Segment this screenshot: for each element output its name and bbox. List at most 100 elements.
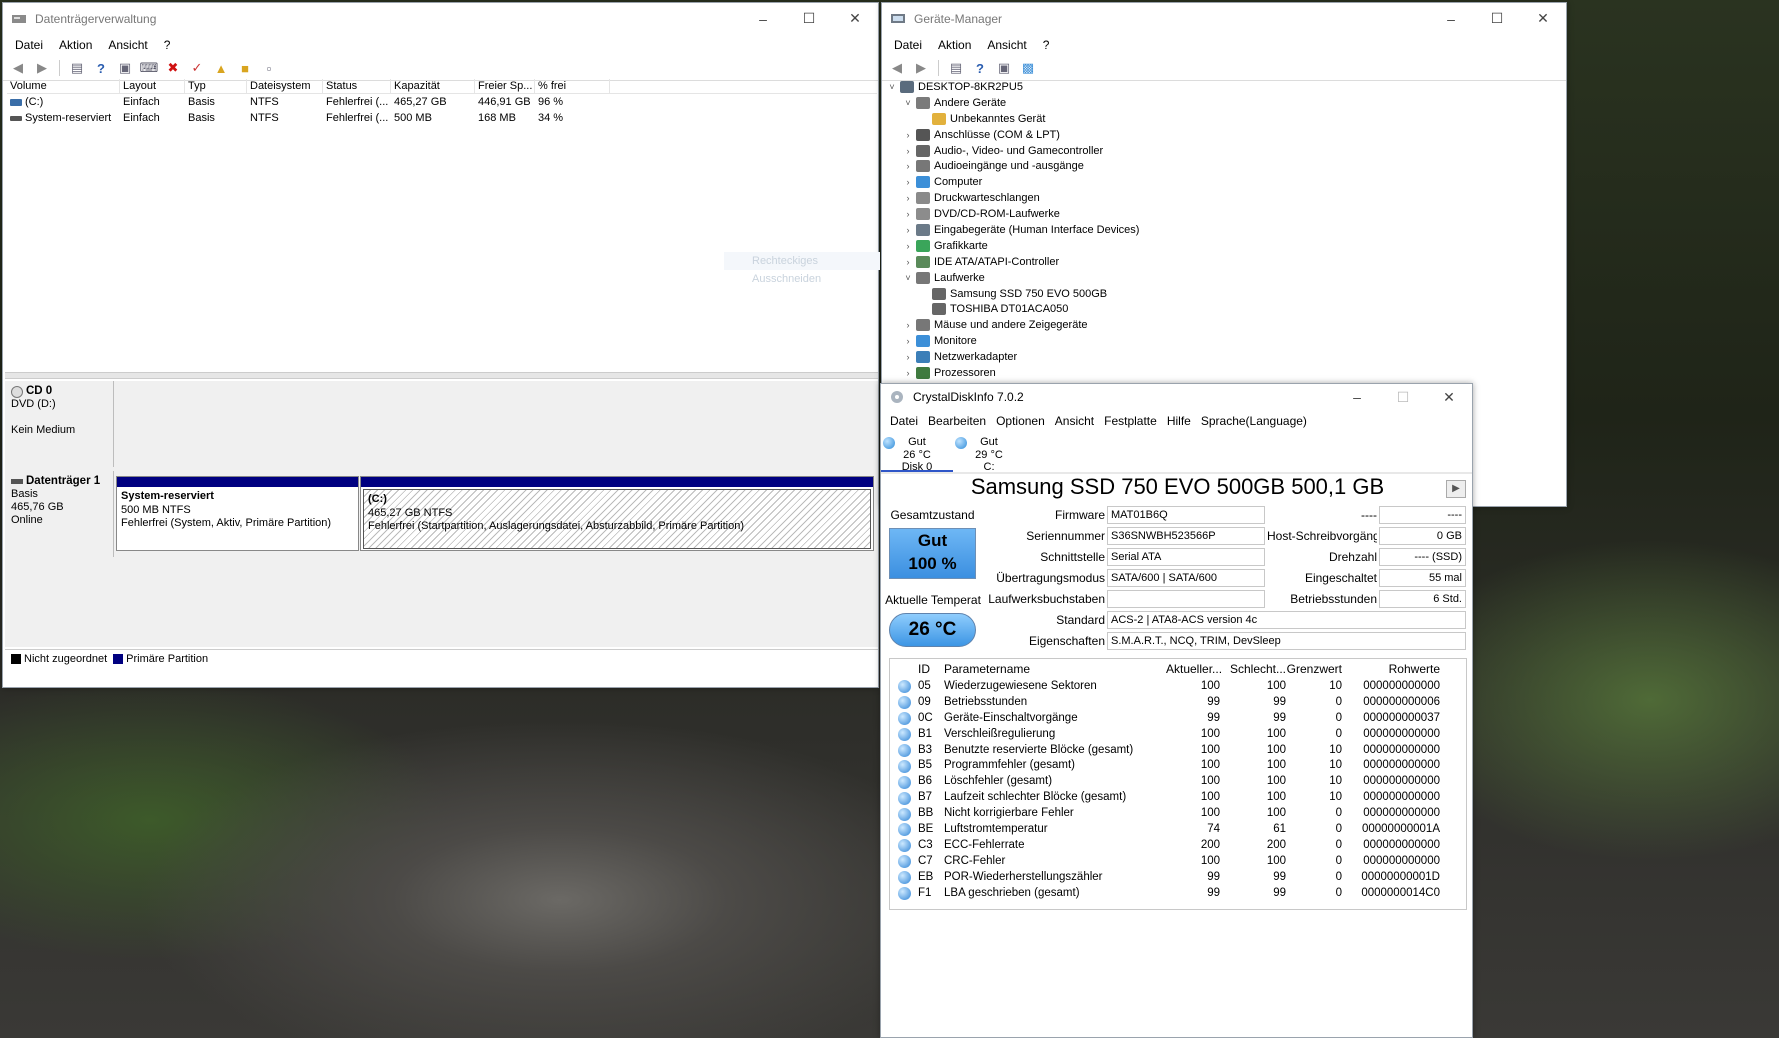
forward-arrow-icon[interactable]: ▶ <box>33 59 51 77</box>
properties-icon[interactable]: ▣ <box>995 59 1013 77</box>
next-disk-button[interactable]: ▶ <box>1446 480 1466 498</box>
tree-item[interactable]: › Anschlüsse (COM & LPT) <box>886 127 1562 143</box>
partition-system-reserved[interactable]: System-reserviert 500 MB NTFS Fehlerfrei… <box>116 476 359 551</box>
col-free[interactable]: Freier Sp... <box>475 79 535 93</box>
tree-item[interactable]: › Computer <box>886 174 1562 190</box>
menu-aktion[interactable]: Aktion <box>51 38 100 52</box>
chevron-right-icon[interactable]: › <box>902 225 914 235</box>
chevron-right-icon[interactable]: › <box>902 336 914 346</box>
smart-row[interactable]: B5 Programmfehler (gesamt) 100 100 10 0000000… <box>890 758 1466 774</box>
chevron-right-icon[interactable]: › <box>902 146 914 156</box>
chevron-right-icon[interactable]: › <box>902 241 914 251</box>
monitor-icon[interactable]: ▩ <box>1019 59 1037 77</box>
menu-festplatte[interactable]: Festplatte <box>1099 414 1162 428</box>
chevron-right-icon[interactable]: › <box>902 161 914 171</box>
back-arrow-icon[interactable]: ◀ <box>9 59 27 77</box>
smart-row[interactable]: 05 Wiederzugewiesene Sektoren 100 100 10 0000… <box>890 679 1466 695</box>
tree-item[interactable]: ˅ DESKTOP-8KR2PU5 <box>886 79 1562 95</box>
maximize-button[interactable]: ☐ <box>1380 384 1426 410</box>
tree-item[interactable]: › Audioeingänge und -ausgänge <box>886 158 1562 174</box>
menu-bearbeiten[interactable]: Bearbeiten <box>923 414 991 428</box>
col-volume[interactable]: Volume <box>7 79 120 93</box>
tree-item[interactable]: ˅ Andere Geräte <box>886 95 1562 111</box>
folder-search-icon[interactable]: ■ <box>236 59 254 77</box>
tree-item[interactable]: › Grafikkarte <box>886 238 1562 254</box>
smart-row[interactable]: 0C Geräte-Einschaltvorgänge 99 99 0 000000000… <box>890 710 1466 727</box>
console-tree-icon[interactable]: ▤ <box>68 59 86 77</box>
folder-up-icon[interactable]: ▲ <box>212 59 230 77</box>
pane-splitter[interactable] <box>5 372 878 379</box>
menu-help[interactable]: ? <box>156 38 179 52</box>
menu-datei[interactable]: Datei <box>886 38 930 52</box>
back-arrow-icon[interactable]: ◀ <box>888 59 906 77</box>
col-id[interactable]: ID <box>918 659 944 679</box>
col-current[interactable]: Aktueller... <box>1166 659 1222 679</box>
chevron-right-icon[interactable]: › <box>902 320 914 330</box>
health-status-box[interactable]: Gut 100 % <box>889 528 976 579</box>
close-button[interactable]: ✕ <box>1520 3 1566 34</box>
chevron-down-icon[interactable]: ˅ <box>902 98 914 108</box>
minimize-button[interactable]: – <box>740 3 786 34</box>
close-button[interactable]: ✕ <box>1426 384 1472 410</box>
console-tree-icon[interactable]: ▤ <box>947 59 965 77</box>
tree-item[interactable]: TOSHIBA DT01ACA050 <box>886 301 1562 317</box>
title-bar[interactable]: Geräte-Manager – ☐ ✕ <box>882 3 1566 34</box>
menu-help[interactable]: ? <box>1035 38 1058 52</box>
chevron-down-icon[interactable]: ˅ <box>902 273 914 283</box>
col-status[interactable]: Status <box>323 79 391 93</box>
col-worst[interactable]: Schlecht... <box>1220 659 1286 679</box>
help-icon[interactable]: ? <box>92 59 110 77</box>
smart-row[interactable]: C3 ECC-Fehlerrate 200 200 0 000000000000 <box>890 837 1466 854</box>
tree-item[interactable]: › Druckwarteschlangen <box>886 190 1562 206</box>
disk-tab-disk0[interactable]: Gut 26 °C Disk 0 <box>881 432 953 473</box>
maximize-button[interactable]: ☐ <box>786 3 832 34</box>
smart-row[interactable]: C7 CRC-Fehler 100 100 0 000000000000 <box>890 854 1466 870</box>
menu-aktion[interactable]: Aktion <box>930 38 979 52</box>
chevron-right-icon[interactable]: › <box>902 209 914 219</box>
chevron-right-icon[interactable]: › <box>902 368 914 378</box>
menu-ansicht[interactable]: Ansicht <box>100 38 155 52</box>
properties-icon[interactable]: ▣ <box>116 59 134 77</box>
smart-row[interactable]: F1 LBA geschrieben (gesamt) 99 99 0 000000001… <box>890 886 1466 902</box>
smart-row[interactable]: 09 Betriebsstunden 99 99 0 000000000006 <box>890 695 1466 711</box>
tree-item[interactable]: › Audio-, Video- und Gamecontroller <box>886 143 1562 159</box>
disk-tab-c[interactable]: Gut 29 °C C: <box>953 432 1025 473</box>
menu-optionen[interactable]: Optionen <box>991 414 1050 428</box>
col-layout[interactable]: Layout <box>120 79 185 93</box>
smart-row[interactable]: B1 Verschleißregulierung 100 100 0 0000000000… <box>890 727 1466 743</box>
smart-row[interactable]: EB POR-Wiederherstellungszähler 99 99 0 00000… <box>890 869 1466 886</box>
tree-item[interactable]: › Netzwerkadapter <box>886 349 1562 365</box>
smart-row[interactable]: BB Nicht korrigierbare Fehler 100 100 0 00000… <box>890 806 1466 823</box>
tree-item[interactable]: › DVD/CD-ROM-Laufwerke <box>886 206 1562 222</box>
smart-row[interactable]: B6 Löschfehler (gesamt) 100 100 10 0000000000… <box>890 774 1466 791</box>
help-icon[interactable]: ? <box>971 59 989 77</box>
menu-ansicht[interactable]: Ansicht <box>1050 414 1099 428</box>
delete-icon[interactable]: ✖ <box>164 59 182 77</box>
menu-datei[interactable]: Datei <box>7 38 51 52</box>
col-type[interactable]: Typ <box>185 79 247 93</box>
temperature-box[interactable]: 26 °C <box>889 613 976 647</box>
maximize-button[interactable]: ☐ <box>1474 3 1520 34</box>
col-parameter[interactable]: Parametername <box>944 659 1166 679</box>
tree-item[interactable]: ˅ Laufwerke <box>886 270 1562 286</box>
disk1-row[interactable]: Datenträger 1 Basis 465,76 GB Online Sys… <box>5 471 878 557</box>
table-row[interactable]: (C:) Einfach Basis NTFS Fehlerfrei (... … <box>7 94 877 110</box>
check-icon[interactable]: ✓ <box>188 59 206 77</box>
connect-icon[interactable]: ⌨ <box>140 59 159 77</box>
title-bar[interactable]: Datenträgerverwaltung – ☐ ✕ <box>3 3 878 34</box>
partition-c[interactable]: (C:) 465,27 GB NTFS Fehlerfrei (Startpar… <box>360 476 874 551</box>
tree-item[interactable]: › Mäuse und andere Zeigegeräte <box>886 317 1562 333</box>
cd-row[interactable]: CD 0 DVD (D:) Kein Medium <box>5 381 878 467</box>
chevron-right-icon[interactable]: › <box>902 352 914 362</box>
col-threshold[interactable]: Grenzwert <box>1286 659 1342 679</box>
chevron-right-icon[interactable]: › <box>902 177 914 187</box>
title-bar[interactable]: CrystalDiskInfo 7.0.2 – ☐ ✕ <box>881 384 1472 410</box>
close-button[interactable]: ✕ <box>832 3 878 34</box>
tree-item[interactable]: › Prozessoren <box>886 365 1562 381</box>
chevron-down-icon[interactable]: ˅ <box>886 82 898 92</box>
forward-arrow-icon[interactable]: ▶ <box>912 59 930 77</box>
menu-language[interactable]: Sprache(Language) <box>1196 414 1312 428</box>
col-capacity[interactable]: Kapazität <box>391 79 475 93</box>
tree-item[interactable]: › Eingabegeräte (Human Interface Devices) <box>886 222 1562 238</box>
minimize-button[interactable]: – <box>1428 3 1474 34</box>
